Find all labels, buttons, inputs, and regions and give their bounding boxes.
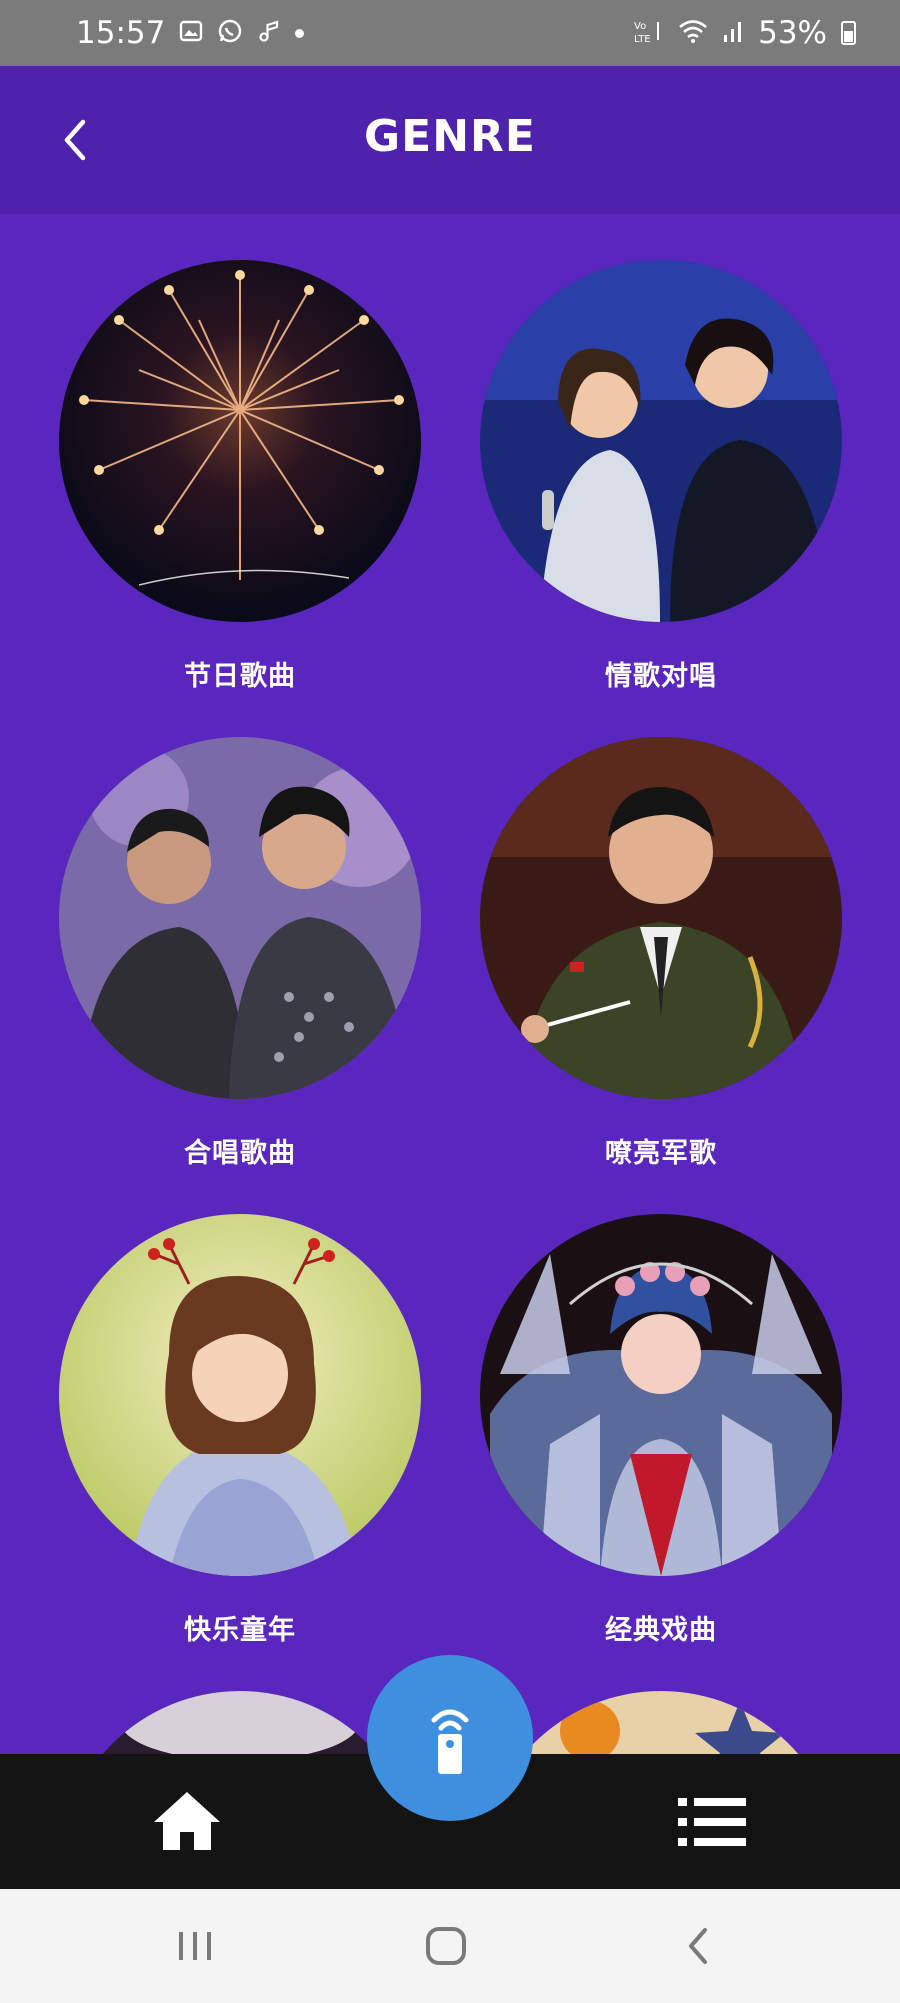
genre-label: 嘹亮军歌 [605, 1138, 717, 1169]
list-menu-button[interactable] [676, 1792, 748, 1852]
genre-thumb-childhood [59, 1214, 421, 1576]
genre-item-festival[interactable]: 节日歌曲 [55, 260, 425, 693]
home-icon [154, 1792, 220, 1850]
wifi-icon [678, 18, 708, 48]
genre-grid: 节日歌曲 情歌对唱 合唱歌曲 嘹亮军歌 快乐童年 经典戏曲 [0, 214, 900, 1754]
genre-item-duet[interactable]: 情歌对唱 [476, 260, 846, 693]
genre-item-military[interactable]: 嘹亮军歌 [476, 737, 846, 1170]
genre-thumb-chorus [59, 737, 421, 1099]
genre-thumb-duet [480, 260, 842, 622]
genre-item-chorus[interactable]: 合唱歌曲 [55, 737, 425, 1170]
system-back-icon [689, 1928, 707, 1964]
genre-label: 合唱歌曲 [184, 1138, 296, 1169]
dot-icon [295, 28, 305, 38]
system-home-button[interactable] [406, 1919, 486, 1973]
svg-text:Vo: Vo [634, 21, 646, 32]
remote-icon [431, 1709, 469, 1774]
genre-label: 快乐童年 [184, 1615, 296, 1646]
battery-icon [841, 21, 856, 45]
system-back-button[interactable] [658, 1919, 738, 1973]
genre-label: 情歌对唱 [605, 661, 717, 692]
status-right: Vo LTE 53% [634, 15, 856, 51]
remote-control-button[interactable] [367, 1655, 533, 1821]
status-left: 15:57 [76, 15, 305, 51]
whatsapp-icon [217, 18, 243, 48]
status-time: 15:57 [76, 15, 166, 51]
recent-apps-button[interactable] [155, 1919, 235, 1973]
gallery-icon [179, 19, 203, 47]
app-header: GENRE [0, 66, 900, 214]
genre-thumb-partial-right [480, 1691, 842, 1754]
recent-apps-icon [179, 1932, 211, 1960]
signal-icon [722, 19, 744, 47]
genre-item-opera[interactable]: 经典戏曲 [476, 1214, 846, 1647]
volte-icon: Vo LTE [634, 18, 664, 48]
list-menu-icon [678, 1798, 746, 1846]
genre-label: 经典戏曲 [605, 1615, 717, 1646]
system-nav-bar [0, 1889, 900, 2003]
genre-item-childhood[interactable]: 快乐童年 [55, 1214, 425, 1647]
genre-thumb-fireworks [59, 260, 421, 622]
genre-thumb-military [480, 737, 842, 1099]
home-button[interactable] [152, 1788, 222, 1854]
genre-thumb-opera [480, 1214, 842, 1576]
music-icon [257, 19, 281, 47]
genre-label: 节日歌曲 [184, 661, 296, 692]
page-title: GENRE [364, 111, 536, 162]
battery-percent: 53% [758, 15, 827, 51]
svg-text:LTE: LTE [634, 34, 651, 44]
system-home-icon [426, 1927, 466, 1965]
status-bar: 15:57 Vo LTE 53% [0, 0, 900, 66]
